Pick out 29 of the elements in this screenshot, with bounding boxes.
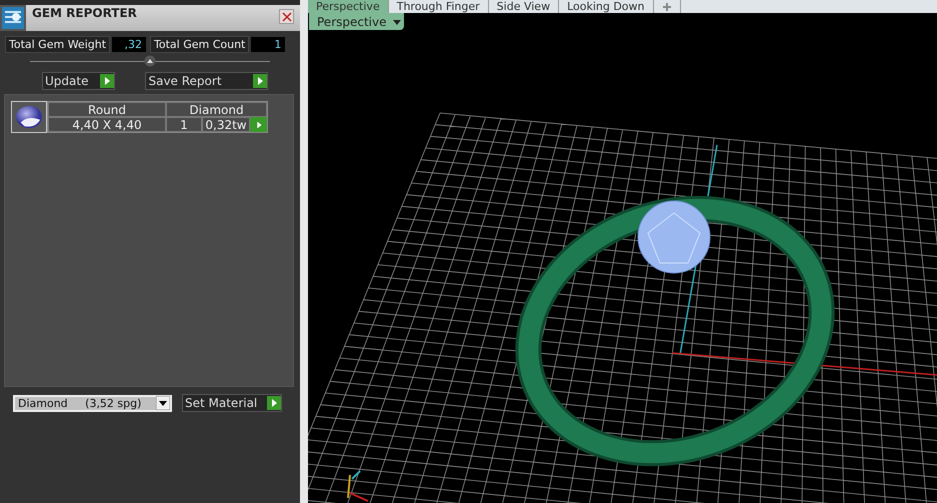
view-dropdown[interactable]: Perspective: [309, 13, 404, 30]
play-icon: [253, 74, 268, 88]
dropdown-caret-icon: [392, 18, 400, 26]
app-icon: [2, 7, 24, 29]
gem-shape: Round: [48, 102, 166, 117]
close-icon: [282, 12, 292, 22]
play-icon: [100, 74, 114, 88]
gem-row-button[interactable]: [250, 117, 267, 132]
plus-icon: [662, 2, 672, 12]
total-count-label: Total Gem Count: [150, 36, 250, 53]
collapse-handle-icon[interactable]: [144, 55, 156, 67]
3d-viewport[interactable]: Perspective: [308, 13, 937, 503]
total-weight-value: ,32: [112, 37, 146, 52]
panel-title: GEM REPORTER: [32, 6, 137, 20]
gem-weight: 0,32tw: [202, 117, 250, 132]
play-icon: [267, 396, 282, 410]
set-material-button[interactable]: Set Material: [182, 394, 282, 412]
close-button[interactable]: [279, 9, 294, 24]
total-weight-label: Total Gem Weight: [5, 36, 110, 53]
action-button[interactable]: Update: [42, 72, 116, 90]
gem-size: 4,40 X 4,40: [48, 117, 166, 132]
gem-count: 1: [166, 117, 202, 132]
total-count-value: 1: [251, 37, 286, 52]
view-tab[interactable]: Perspective: [308, 0, 389, 13]
gem-material: Diamond: [166, 102, 267, 117]
material-dropdown[interactable]: Diamond (3,52 spg): [13, 394, 172, 412]
axis-gizmo-icon: [347, 470, 368, 502]
dropdown-caret-icon: [156, 396, 170, 410]
action-button[interactable]: Save Report: [145, 72, 268, 90]
